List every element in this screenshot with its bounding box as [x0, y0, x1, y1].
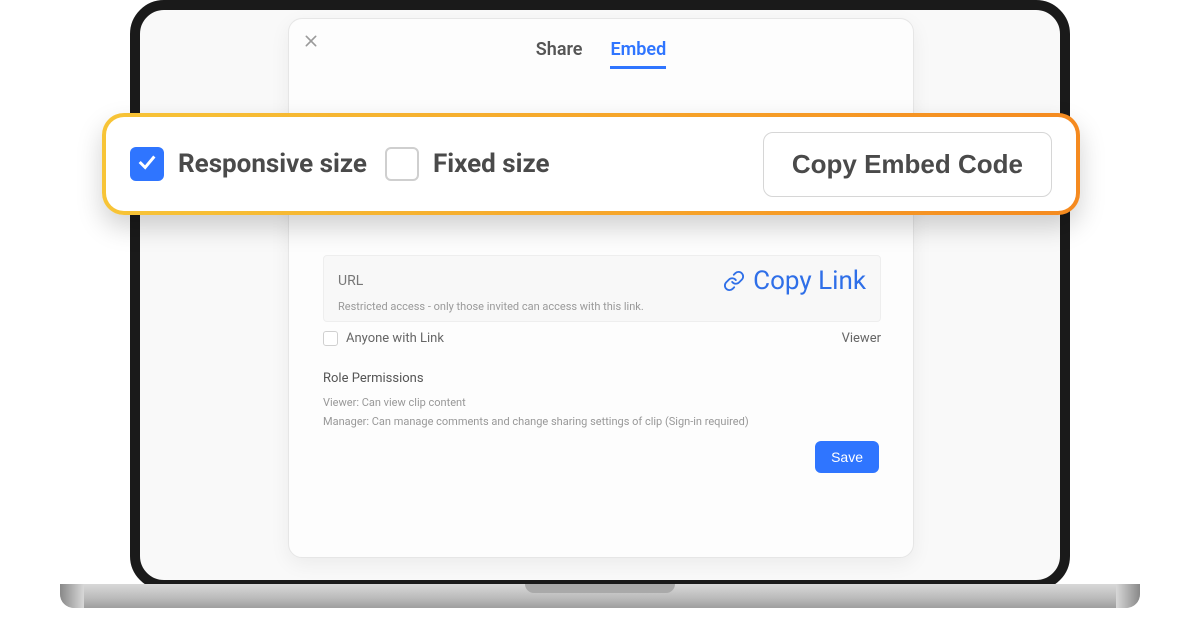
anyone-with-link-checkbox[interactable] — [323, 331, 338, 346]
responsive-size-option[interactable]: Responsive size — [130, 147, 367, 181]
laptop-foot-left — [60, 584, 84, 608]
close-button[interactable] — [303, 33, 325, 55]
embed-options-callout: Responsive size Fixed size Copy Embed Co… — [102, 113, 1080, 215]
laptop-frame: Share Embed URL Copy Link — [130, 0, 1070, 620]
responsive-size-checkbox[interactable] — [130, 147, 164, 181]
url-access-note: Restricted access - only those invited c… — [338, 300, 866, 313]
fixed-size-checkbox[interactable] — [385, 147, 419, 181]
check-icon — [136, 151, 158, 177]
fixed-size-label: Fixed size — [433, 149, 550, 179]
url-label: URL — [338, 273, 363, 289]
copy-embed-code-button[interactable]: Copy Embed Code — [763, 132, 1052, 197]
embed-options-bar: Responsive size Fixed size Copy Embed Co… — [106, 117, 1076, 211]
copy-link-button[interactable]: Copy Link — [723, 266, 866, 296]
anyone-with-link-row: Anyone with Link Viewer — [323, 331, 881, 346]
role-manager-line: Manager: Can manage comments and change … — [323, 415, 881, 428]
anyone-with-link-label: Anyone with Link — [346, 331, 444, 346]
link-icon — [723, 270, 745, 292]
tab-embed[interactable]: Embed — [610, 39, 666, 69]
tab-share[interactable]: Share — [536, 39, 583, 69]
copy-link-label: Copy Link — [753, 266, 866, 296]
share-embed-dialog: Share Embed URL Copy Link — [288, 18, 914, 558]
anyone-role-label[interactable]: Viewer — [842, 331, 881, 346]
laptop-foot-right — [1116, 584, 1140, 608]
save-button[interactable]: Save — [815, 441, 879, 473]
role-viewer-line: Viewer: Can view clip content — [323, 396, 881, 409]
laptop-base — [60, 584, 1140, 608]
laptop-screen: Share Embed URL Copy Link — [130, 0, 1070, 590]
close-icon — [303, 34, 319, 53]
dialog-tabs: Share Embed — [289, 19, 913, 69]
role-permissions-title: Role Permissions — [323, 371, 881, 386]
laptop-hinge-notch — [525, 584, 675, 593]
responsive-size-label: Responsive size — [178, 149, 367, 179]
url-section: URL Copy Link Restricted access - only t… — [323, 255, 881, 322]
role-permissions-section: Role Permissions Viewer: Can view clip c… — [323, 371, 881, 434]
fixed-size-option[interactable]: Fixed size — [385, 147, 550, 181]
